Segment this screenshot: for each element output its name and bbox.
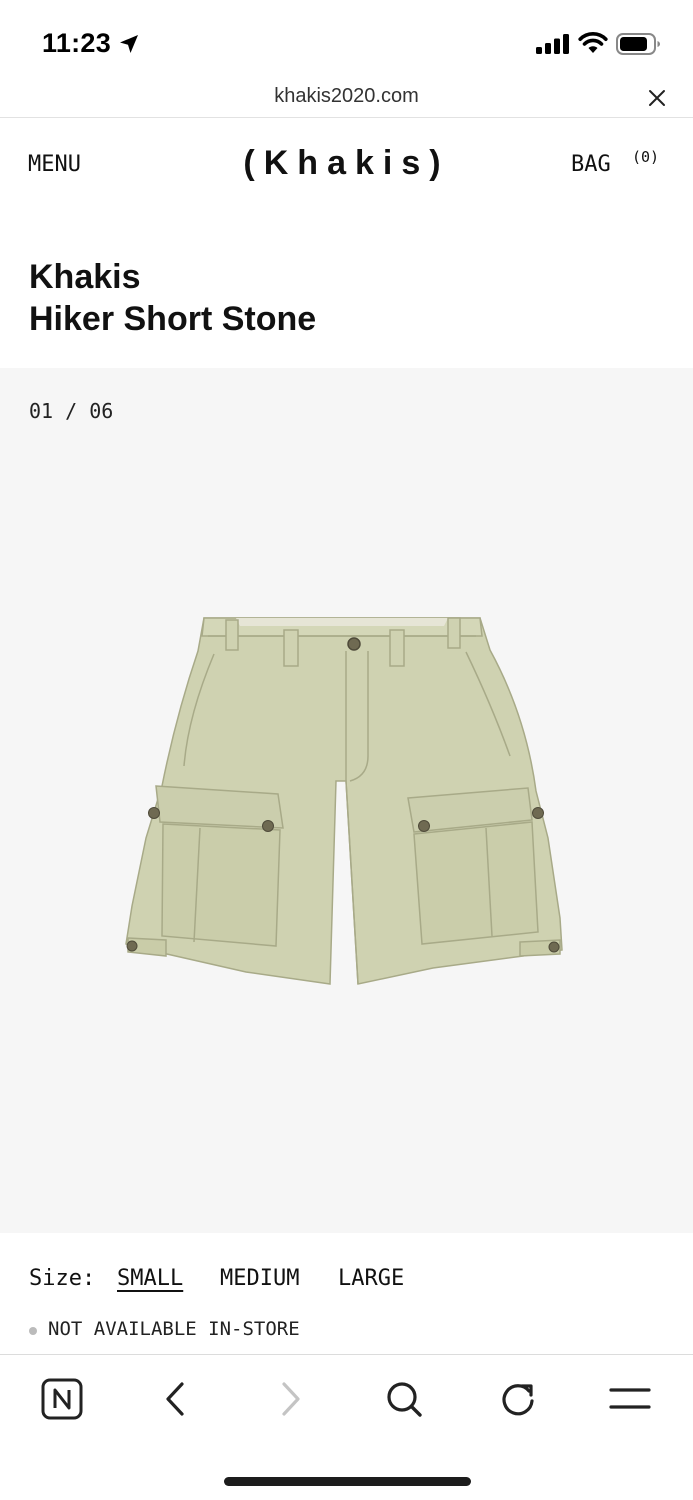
reload-icon[interactable] [496,1377,540,1421]
gallery-counter: 01 / 06 [29,399,114,423]
location-arrow-icon [120,35,138,53]
menu-icon[interactable] [608,1377,652,1421]
product-name: Hiker Short Stone [29,300,317,338]
url-text[interactable]: khakis2020.com [0,85,693,108]
close-icon[interactable] [645,86,669,110]
wifi-icon [578,32,608,53]
status-time: 11:23 [42,28,112,58]
bag-count[interactable]: (0) [632,148,659,166]
size-label: Size: [29,1266,96,1291]
size-option-small[interactable]: SMALL [117,1266,183,1291]
forward-arrow-icon[interactable] [268,1377,312,1421]
n-logo-icon[interactable] [40,1377,84,1421]
signal-icon [536,34,569,54]
browser-toolbar [0,1354,693,1500]
product-title: Khakis Hiker Short Stone [29,256,316,340]
bag-link[interactable]: BAG [571,152,611,177]
back-arrow-icon[interactable] [154,1377,198,1421]
status-bar: 11:23 [0,0,693,82]
availability-text: NOT AVAILABLE IN-STORE [48,1318,300,1340]
product-gallery[interactable]: 01 / 06 [0,368,693,1233]
site-header: MENU (Khakis) BAG (0) [0,118,693,218]
size-option-large[interactable]: LARGE [338,1266,404,1291]
product-brand: Khakis [29,258,141,296]
battery-icon [616,33,660,55]
url-bar[interactable]: khakis2020.com [0,82,693,118]
search-icon[interactable] [382,1377,426,1421]
product-image[interactable] [118,606,578,1006]
home-indicator[interactable] [224,1477,471,1486]
size-option-medium[interactable]: MEDIUM [220,1266,299,1291]
availability-dot [29,1327,37,1335]
